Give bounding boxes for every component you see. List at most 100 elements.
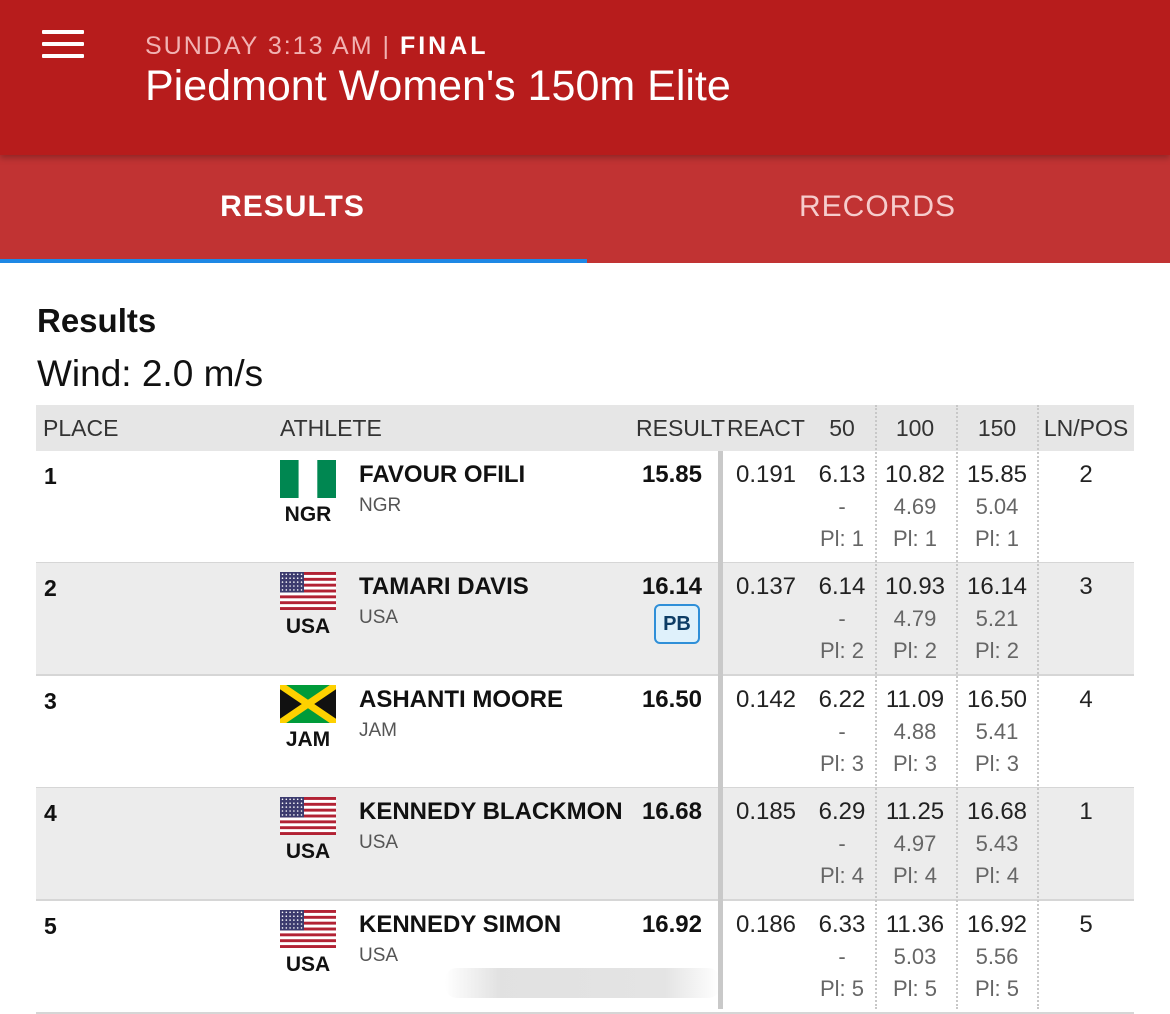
athlete-name[interactable]: KENNEDY BLACKMON: [359, 798, 623, 826]
col-header-react: REACT: [727, 415, 805, 441]
col-header-result: RESULT: [636, 415, 726, 441]
split-100: 11.36 5.03 Pl: 5: [874, 901, 956, 1012]
reaction-time: 0.191: [735, 461, 797, 488]
split-50: 6.22 - Pl: 3: [801, 676, 883, 787]
athlete-result: 16.14: [641, 573, 702, 600]
athlete-result: 15.85: [641, 461, 702, 488]
results-table-header: PLACE ATHLETE RESULT REACT 50 100 150 LN…: [36, 405, 1134, 453]
personal-best-badge: PB: [654, 604, 700, 644]
usa-flag-icon: [280, 910, 336, 948]
split-difference: 4.79: [893, 606, 937, 631]
country-code: JAM: [285, 728, 331, 751]
reaction-time: 0.137: [735, 573, 797, 600]
split-difference: -: [838, 944, 846, 969]
reaction-time: 0.186: [735, 911, 797, 938]
split-100: 10.82 4.69 Pl: 1: [874, 451, 956, 562]
country-code: USA: [285, 840, 331, 863]
event-day-time: SUNDAY 3:13 AM: [145, 32, 374, 60]
table-row[interactable]: 3 JAM ASHANTI MOORE JAM 16.50 0.142 6.22 - Pl: 3…: [36, 676, 1134, 789]
reaction-time: 0.185: [735, 798, 797, 825]
split-time: 6.29: [818, 798, 866, 825]
split-difference: 4.97: [893, 831, 937, 856]
app-header: SUNDAY 3:13 AM | FINAL Piedmont Women's …: [0, 0, 1170, 155]
split-place: Pl: 2: [892, 638, 938, 663]
usa-flag-icon: [280, 797, 336, 835]
lane-position: 5: [1079, 911, 1093, 938]
split-place: Pl: 1: [974, 526, 1020, 551]
lane-position: 3: [1079, 573, 1093, 600]
table-row[interactable]: 4 USA KENNEDY BLACKMON USA 16.68 0.185 6.29 - Pl…: [36, 788, 1134, 901]
split-difference: 4.69: [893, 494, 937, 519]
split-place: Pl: 4: [819, 863, 865, 888]
split-divider-100: [875, 405, 877, 1009]
lane-position: 2: [1079, 461, 1093, 488]
athlete-name[interactable]: KENNEDY SIMON: [359, 911, 561, 939]
split-150: 16.14 5.21 Pl: 2: [956, 563, 1038, 674]
active-tab-indicator: [0, 259, 587, 263]
athlete-nationality: USA: [359, 832, 399, 853]
split-difference: -: [838, 606, 846, 631]
separator: |: [382, 32, 392, 60]
split-time: 11.36: [885, 911, 945, 938]
event-title: Piedmont Women's 150m Elite: [145, 62, 731, 110]
split-difference: 5.21: [975, 606, 1019, 631]
athlete-place: 1: [44, 463, 57, 489]
split-time: 16.14: [966, 573, 1028, 600]
athlete-name[interactable]: FAVOUR OFILI: [359, 461, 525, 489]
split-divider-lane: [1037, 405, 1039, 1009]
split-time: 6.13: [818, 461, 866, 488]
event-status-line: SUNDAY 3:13 AM | FINAL: [145, 32, 489, 61]
split-150: 16.68 5.43 Pl: 4: [956, 788, 1038, 899]
split-place: Pl: 3: [819, 751, 865, 776]
split-divider-150: [956, 405, 958, 1009]
split-difference: -: [838, 719, 846, 744]
result-column-divider: [718, 451, 723, 1009]
split-place: Pl: 4: [892, 863, 938, 888]
athlete-name[interactable]: TAMARI DAVIS: [359, 573, 529, 601]
athlete-nationality: NGR: [359, 495, 402, 516]
split-difference: 5.03: [893, 944, 937, 969]
event-status: FINAL: [399, 32, 489, 60]
split-place: Pl: 5: [892, 976, 938, 1001]
split-time: 10.93: [884, 573, 946, 600]
split-place: Pl: 1: [892, 526, 938, 551]
split-place: Pl: 5: [819, 976, 865, 1001]
split-100: 11.25 4.97 Pl: 4: [874, 788, 956, 899]
split-50: 6.13 - Pl: 1: [801, 451, 883, 562]
jamaica-flag-icon: [278, 682, 338, 726]
table-row[interactable]: 2 USA TAMARI DAVIS USA 16.14 PB 0.137 6.14 - Pl: …: [36, 563, 1134, 676]
split-time: 16.50: [966, 686, 1028, 713]
split-50: 6.33 - Pl: 5: [801, 901, 883, 1012]
athlete-nationality: USA: [359, 607, 399, 628]
hamburger-menu-icon[interactable]: [42, 30, 84, 60]
col-header-athlete: ATHLETE: [280, 415, 382, 441]
nigeria-flag-icon: [280, 460, 336, 498]
split-difference: 5.04: [975, 494, 1019, 519]
split-place: Pl: 4: [974, 863, 1020, 888]
country-code: USA: [285, 953, 331, 976]
split-place: Pl: 2: [819, 638, 865, 663]
split-time: 6.22: [818, 686, 866, 713]
athlete-nationality: JAM: [359, 720, 397, 741]
split-150: 16.92 5.56 Pl: 5: [956, 901, 1038, 1012]
athlete-name[interactable]: ASHANTI MOORE: [359, 686, 563, 714]
split-50: 6.29 - Pl: 4: [801, 788, 883, 899]
split-difference: 4.88: [893, 719, 937, 744]
athlete-place: 5: [44, 913, 57, 939]
tab-records[interactable]: RECORDS: [585, 155, 1170, 259]
tab-results[interactable]: RESULTS: [0, 155, 585, 259]
athlete-result: 16.68: [641, 798, 702, 825]
table-row[interactable]: 1 NGR FAVOUR OFILI NGR 15.85 0.191 6.13- Pl: 11…: [36, 451, 1134, 564]
col-header-lane: LN/POS: [1043, 415, 1129, 441]
split-place: Pl: 1: [819, 526, 865, 551]
split-50: 6.14 - Pl: 2: [801, 563, 883, 674]
athlete-place: 3: [44, 688, 57, 714]
athlete-place: 2: [44, 575, 57, 601]
split-time: 16.68: [966, 798, 1028, 825]
wind-reading: Wind: 2.0 m/s: [37, 353, 264, 394]
athlete-result: 16.92: [641, 911, 702, 938]
section-title: Results: [37, 302, 157, 339]
athlete-result: 16.50: [641, 686, 702, 713]
col-header-place: PLACE: [43, 415, 119, 441]
split-time: 16.92: [966, 911, 1028, 938]
